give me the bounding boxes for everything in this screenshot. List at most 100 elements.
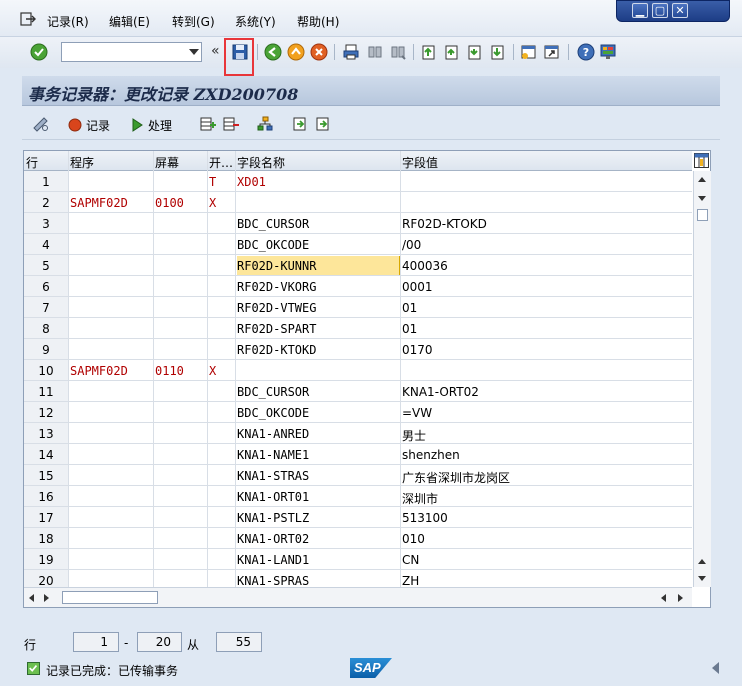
start-flag-cell[interactable]: [209, 553, 235, 569]
exit-icon[interactable]: [287, 43, 305, 61]
table-row[interactable]: 15 KNA1-STRAS 广东省深圳市龙岗区: [24, 465, 692, 486]
table-row[interactable]: 18 KNA1-ORT02 010: [24, 528, 692, 549]
start-flag-cell[interactable]: [209, 343, 235, 359]
structure-icon[interactable]: [257, 116, 273, 132]
field-value-cell[interactable]: [402, 364, 692, 380]
field-name-cell[interactable]: KNA1-STRAS: [237, 469, 400, 485]
header-row[interactable]: 行: [26, 154, 38, 171]
maximize-button[interactable]: ▢: [652, 3, 668, 18]
field-name-cell[interactable]: KNA1-LAND1: [237, 553, 400, 569]
new-session-icon[interactable]: [520, 43, 538, 61]
program-cell[interactable]: [70, 385, 153, 401]
screen-cell[interactable]: [155, 553, 207, 569]
start-flag-cell[interactable]: [209, 259, 235, 275]
field-value-cell[interactable]: 广东省深圳市龙岗区: [402, 469, 692, 485]
find-icon[interactable]: [366, 43, 384, 61]
table-row[interactable]: 5 RF02D-KUNNR 400036: [24, 255, 692, 276]
table-row[interactable]: 3 BDC_CURSOR RF02D-KTOKD: [24, 213, 692, 234]
screen-cell[interactable]: [155, 532, 207, 548]
field-value-cell[interactable]: 深圳市: [402, 490, 692, 506]
field-value-cell[interactable]: shenzhen: [402, 448, 692, 464]
table-row[interactable]: 9 RF02D-KTOKD 0170: [24, 339, 692, 360]
help-icon[interactable]: ?: [577, 43, 595, 61]
start-flag-cell[interactable]: [209, 406, 235, 422]
status-message[interactable]: 记录已完成：已传输事务: [46, 662, 178, 679]
program-cell[interactable]: [70, 301, 153, 317]
header-start[interactable]: 开…: [209, 154, 233, 171]
scroll-down-icon[interactable]: [698, 196, 706, 201]
start-flag-cell[interactable]: [209, 448, 235, 464]
program-cell[interactable]: [70, 238, 153, 254]
command-field[interactable]: [61, 42, 202, 62]
table-row[interactable]: 2 SAPMF02D 0100 X: [24, 192, 692, 213]
screen-cell[interactable]: [155, 217, 207, 233]
field-name-cell[interactable]: KNA1-ORT01: [237, 490, 400, 506]
screen-cell[interactable]: [155, 280, 207, 296]
program-cell[interactable]: [70, 490, 153, 506]
customize-layout-icon[interactable]: [599, 43, 617, 61]
program-cell[interactable]: SAPMF02D: [70, 364, 153, 380]
field-name-cell[interactable]: BDC_OKCODE: [237, 406, 400, 422]
table-row[interactable]: 16 KNA1-ORT01 深圳市: [24, 486, 692, 507]
last-page-icon[interactable]: [489, 43, 507, 61]
insert-row-icon[interactable]: [200, 116, 216, 132]
field-value-cell[interactable]: KNA1-ORT02: [402, 385, 692, 401]
scroll-up-icon[interactable]: [698, 559, 706, 564]
field-name-cell[interactable]: KNA1-NAME1: [237, 448, 400, 464]
close-button[interactable]: ✕: [672, 3, 688, 18]
start-flag-cell[interactable]: [209, 427, 235, 443]
delete-row-icon[interactable]: [223, 116, 239, 132]
cancel-icon[interactable]: [310, 43, 328, 61]
table-row[interactable]: 17 KNA1-PSTLZ 513100: [24, 507, 692, 528]
previous-page-icon[interactable]: [443, 43, 461, 61]
program-cell[interactable]: [70, 217, 153, 233]
table-row[interactable]: 11 BDC_CURSOR KNA1-ORT02: [24, 381, 692, 402]
program-cell[interactable]: [70, 175, 153, 191]
table-row[interactable]: 13 KNA1-ANRED 男士: [24, 423, 692, 444]
program-cell[interactable]: [70, 511, 153, 527]
field-name-cell[interactable]: RF02D-KTOKD: [237, 343, 400, 359]
field-name-cell[interactable]: RF02D-VTWEG: [237, 301, 400, 317]
program-cell[interactable]: [70, 448, 153, 464]
field-name-cell[interactable]: BDC_CURSOR: [237, 217, 400, 233]
screen-cell[interactable]: [155, 322, 207, 338]
program-cell[interactable]: SAPMF02D: [70, 196, 153, 212]
table-row[interactable]: 10 SAPMF02D 0110 X: [24, 360, 692, 381]
field-value-cell[interactable]: 0170: [402, 343, 692, 359]
screen-cell[interactable]: [155, 343, 207, 359]
edit-glasses-icon[interactable]: [32, 116, 50, 132]
scroll-left-icon[interactable]: [661, 594, 666, 602]
horizontal-scroll-thumb[interactable]: [62, 591, 158, 604]
horizontal-scrollbar[interactable]: [24, 587, 692, 607]
program-cell[interactable]: [70, 343, 153, 359]
header-program[interactable]: 程序: [70, 154, 94, 171]
program-cell[interactable]: [70, 280, 153, 296]
start-flag-cell[interactable]: [209, 511, 235, 527]
field-name-cell[interactable]: KNA1-PSTLZ: [237, 511, 400, 527]
field-value-cell[interactable]: 男士: [402, 427, 692, 443]
record-button[interactable]: 记录: [68, 116, 128, 134]
field-name-cell[interactable]: XD01: [237, 175, 400, 191]
menu-exit-icon[interactable]: [20, 12, 36, 26]
next-page-icon[interactable]: [466, 43, 484, 61]
field-name-cell[interactable]: KNA1-ORT02: [237, 532, 400, 548]
menu-help[interactable]: 帮助(H): [297, 13, 339, 30]
menu-edit[interactable]: 编辑(E): [109, 13, 150, 30]
program-cell[interactable]: [70, 553, 153, 569]
start-flag-cell[interactable]: [209, 469, 235, 485]
chevron-down-icon[interactable]: [189, 49, 199, 55]
screen-cell[interactable]: [155, 385, 207, 401]
start-flag-cell[interactable]: [209, 385, 235, 401]
screen-cell[interactable]: [155, 448, 207, 464]
header-field-name[interactable]: 字段名称: [237, 154, 285, 171]
vertical-scrollbar[interactable]: [693, 171, 711, 587]
field-name-cell[interactable]: BDC_CURSOR: [237, 385, 400, 401]
field-value-cell[interactable]: =VW: [402, 406, 692, 422]
scroll-right-icon[interactable]: [678, 594, 683, 602]
menu-record[interactable]: 记录(R): [47, 13, 89, 30]
minimize-button[interactable]: ▁: [632, 3, 648, 18]
start-flag-cell[interactable]: [209, 280, 235, 296]
field-value-cell[interactable]: 400036: [402, 259, 692, 275]
field-value-cell[interactable]: CN: [402, 553, 692, 569]
screen-cell[interactable]: [155, 259, 207, 275]
